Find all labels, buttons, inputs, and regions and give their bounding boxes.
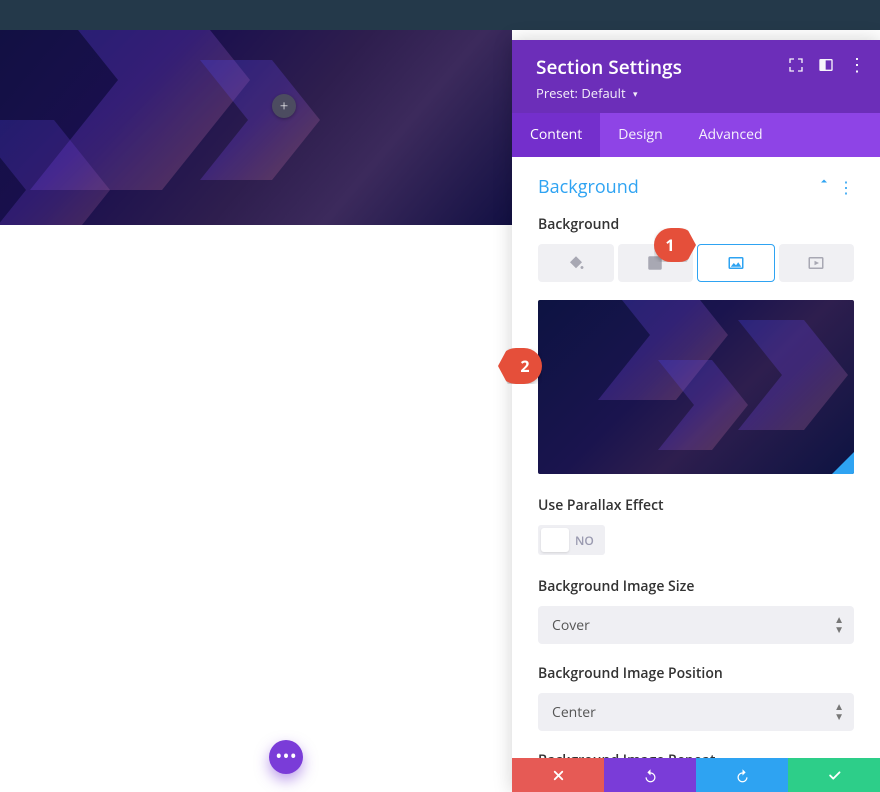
more-menu-icon[interactable]: ⋮ [848, 56, 866, 74]
select-value: Cover [552, 616, 590, 635]
preset-selector[interactable]: Preset: Default ▾ [536, 84, 638, 102]
sort-arrows-icon: ▲▼ [834, 701, 844, 721]
label-bg-position: Background Image Position [538, 664, 854, 683]
edit-corner-icon [832, 452, 854, 474]
ellipsis-icon: ••• [276, 747, 298, 766]
label-background: Background [538, 215, 854, 234]
background-tab-image[interactable] [697, 244, 775, 282]
tab-advanced[interactable]: Advanced [681, 113, 781, 157]
paint-bucket-icon [567, 254, 585, 272]
undo-icon [643, 768, 658, 783]
toggle-value: NO [575, 532, 602, 549]
check-icon [827, 768, 842, 783]
expand-icon[interactable] [788, 57, 804, 73]
annotation-callout-2: 2 [498, 348, 542, 384]
settings-panel: Section Settings Preset: Default ▾ ⋮ Con… [512, 40, 880, 792]
add-section-button[interactable]: + [272, 94, 296, 118]
preset-label: Preset: Default [536, 84, 626, 102]
background-tab-video[interactable] [779, 244, 855, 282]
caret-down-icon: ▾ [633, 87, 638, 100]
redo-button[interactable] [696, 758, 788, 792]
label-bg-repeat: Background Image Repeat [538, 751, 854, 758]
select-value: Center [552, 703, 596, 722]
group-options-icon[interactable]: ⋮ [838, 176, 854, 198]
chevron-up-icon[interactable] [818, 181, 830, 193]
image-icon [727, 254, 745, 272]
app-top-bar [0, 0, 880, 30]
page-canvas [0, 30, 512, 225]
toggle-knob [541, 528, 569, 552]
panel-tabs: Content Design Advanced [512, 113, 880, 157]
page-actions-fab[interactable]: ••• [269, 740, 303, 774]
select-bg-position[interactable]: Center ▲▼ [538, 693, 854, 731]
panel-header: Section Settings Preset: Default ▾ ⋮ [512, 40, 880, 113]
tab-content[interactable]: Content [512, 113, 600, 157]
tab-design[interactable]: Design [600, 113, 680, 157]
label-parallax: Use Parallax Effect [538, 496, 854, 515]
close-icon [551, 768, 566, 783]
undo-button[interactable] [604, 758, 696, 792]
toggle-parallax[interactable]: NO [538, 525, 605, 555]
group-title-background: Background [538, 175, 639, 199]
bg-graphic [738, 320, 848, 430]
redo-icon [735, 768, 750, 783]
save-button[interactable] [788, 758, 880, 792]
discard-button[interactable] [512, 758, 604, 792]
label-bg-size: Background Image Size [538, 577, 854, 596]
sidebar-toggle-icon[interactable] [818, 57, 834, 73]
panel-footer [512, 758, 880, 792]
sort-arrows-icon: ▲▼ [834, 614, 844, 634]
background-tab-color[interactable] [538, 244, 614, 282]
select-bg-size[interactable]: Cover ▲▼ [538, 606, 854, 644]
bg-graphic [658, 360, 748, 450]
video-icon [807, 254, 825, 272]
background-image-preview[interactable] [538, 300, 854, 474]
panel-scroll[interactable]: Background ⋮ Background [512, 157, 880, 758]
